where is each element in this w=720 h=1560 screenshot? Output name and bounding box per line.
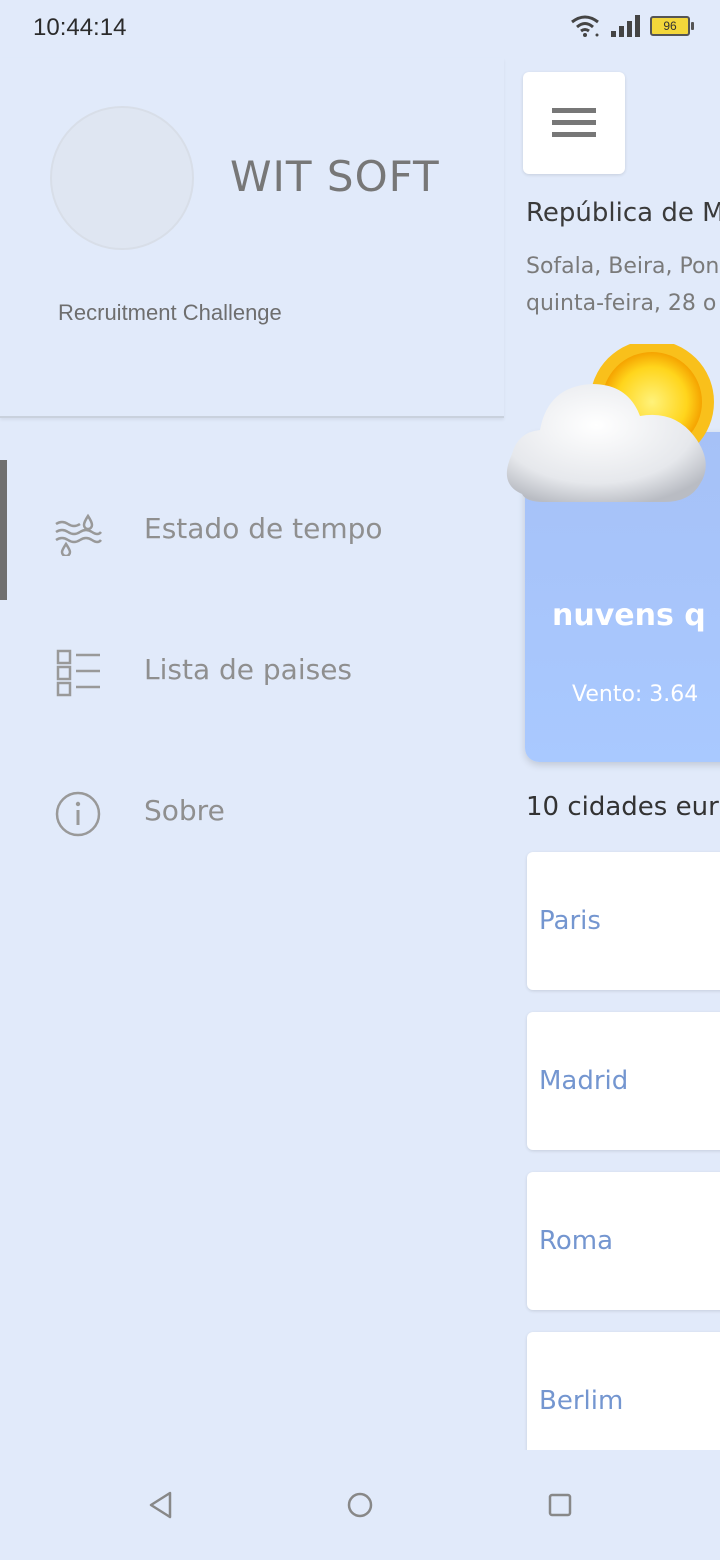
partly-cloudy-icon xyxy=(506,344,714,502)
nav-label-weather: Estado de tempo xyxy=(144,512,383,545)
main-content: República de M Sofala, Beira, Pon quinta… xyxy=(504,58,720,1450)
cities-title: 10 cidades eur xyxy=(526,792,719,822)
recents-icon[interactable] xyxy=(545,1490,575,1520)
home-icon[interactable] xyxy=(345,1490,375,1520)
status-bar: 10:44:14 96 xyxy=(0,0,720,58)
signal-icon xyxy=(611,15,640,37)
nav-item-about[interactable]: Sobre xyxy=(0,742,504,882)
status-time: 10:44:14 xyxy=(33,14,127,41)
weather-icon xyxy=(55,513,102,556)
city-card-madrid[interactable]: Madrid xyxy=(527,1012,720,1150)
weather-description: nuvens q xyxy=(552,598,706,633)
wind-text: Vento: 3.64 xyxy=(572,682,699,707)
nav-item-weather[interactable]: Estado de tempo xyxy=(0,460,504,600)
system-nav-bar xyxy=(0,1450,720,1560)
city-name: Roma xyxy=(539,1226,614,1256)
city-name: Paris xyxy=(539,906,601,936)
brand-title: WIT SOFT xyxy=(230,152,440,201)
hamburger-icon xyxy=(552,108,596,137)
nav-label-countries: Lista de paises xyxy=(144,653,353,686)
list-icon xyxy=(56,649,100,697)
city-card-berlim[interactable]: Berlim xyxy=(527,1332,720,1450)
wifi-icon xyxy=(571,15,599,37)
nav-item-countries[interactable]: Lista de paises xyxy=(0,601,504,741)
city-name: Berlim xyxy=(539,1386,624,1416)
city-card-roma[interactable]: Roma xyxy=(527,1172,720,1310)
drawer-header: WIT SOFT Recruitment Challenge xyxy=(0,58,504,418)
navigation-drawer: WIT SOFT Recruitment Challenge Estado de… xyxy=(0,58,504,1450)
nav-label-about: Sobre xyxy=(144,794,225,827)
avatar xyxy=(50,106,194,250)
date-text: quinta-feira, 28 o xyxy=(526,291,717,316)
menu-button[interactable] xyxy=(523,72,625,174)
brand-subtitle: Recruitment Challenge xyxy=(58,300,282,325)
info-icon xyxy=(55,791,101,837)
back-icon[interactable] xyxy=(146,1490,176,1520)
status-icons: 96 xyxy=(570,14,694,38)
city-name: Madrid xyxy=(539,1066,629,1096)
location-text: Sofala, Beira, Pon xyxy=(526,254,720,279)
country-name: República de M xyxy=(526,198,720,228)
city-card-paris[interactable]: Paris xyxy=(527,852,720,990)
battery-icon: 96 xyxy=(650,16,694,36)
